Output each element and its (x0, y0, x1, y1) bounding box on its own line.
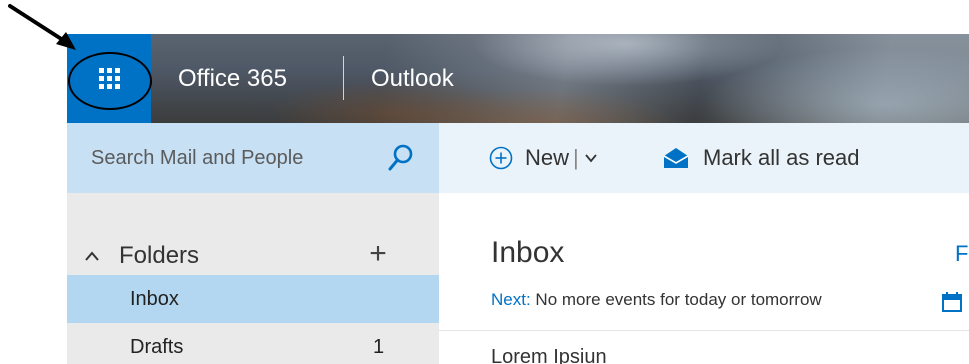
folder-label: Drafts (130, 336, 184, 358)
message-list-item[interactable]: Lorem Ipsiun (491, 345, 607, 364)
message-area: New | Mark all as read Inbox Fi Next: No… (439, 123, 969, 364)
folder-item-inbox[interactable]: Inbox (67, 275, 439, 323)
mark-all-read-label: Mark all as read (703, 145, 860, 170)
folders-section-header: Folders + (67, 237, 439, 275)
inbox-panel: Inbox Fi Next: No more events for today … (439, 193, 969, 364)
header-divider (343, 56, 344, 100)
unread-count: 1 (373, 336, 385, 358)
search-box (67, 123, 439, 193)
next-events-notice: Next: No more events for today or tomorr… (491, 289, 822, 311)
add-folder-button[interactable]: + (365, 239, 391, 269)
folder-item-drafts[interactable]: Drafts 1 (67, 323, 439, 364)
chevron-up-icon[interactable] (82, 246, 102, 266)
divider (439, 330, 969, 331)
next-events-text: No more events for today or tomorrow (530, 290, 822, 309)
chevron-down-icon[interactable] (584, 151, 598, 165)
folders-label[interactable]: Folders (119, 241, 199, 271)
next-label: Next: (491, 290, 531, 309)
folder-label: Inbox (130, 288, 179, 310)
new-label: New (525, 145, 570, 170)
plus-circle-icon (489, 146, 513, 170)
filter-link[interactable]: Fi (955, 239, 969, 269)
outlook-app-name[interactable]: Outlook (371, 64, 454, 94)
office365-brand-link[interactable]: Office 365 (178, 64, 287, 94)
command-toolbar: New | Mark all as read (439, 123, 969, 193)
page-title: Inbox (491, 236, 565, 269)
toolbar-separator: | (573, 145, 579, 170)
envelope-open-icon (663, 148, 689, 168)
search-input[interactable] (91, 145, 381, 171)
annotation-arrow (8, 4, 76, 50)
new-message-button[interactable]: New | (489, 143, 598, 173)
navigation-pane: Folders + Inbox Drafts 1 (67, 123, 439, 364)
annotation-circle (68, 52, 152, 110)
calendar-icon[interactable] (941, 291, 963, 313)
top-header-bar: Office 365 Outlook (67, 34, 969, 123)
outlook-web-app: Office 365 Outlook Folders + Inbox Draft… (67, 34, 969, 364)
search-icon[interactable] (387, 143, 415, 173)
mark-all-read-button[interactable]: Mark all as read (663, 143, 860, 173)
